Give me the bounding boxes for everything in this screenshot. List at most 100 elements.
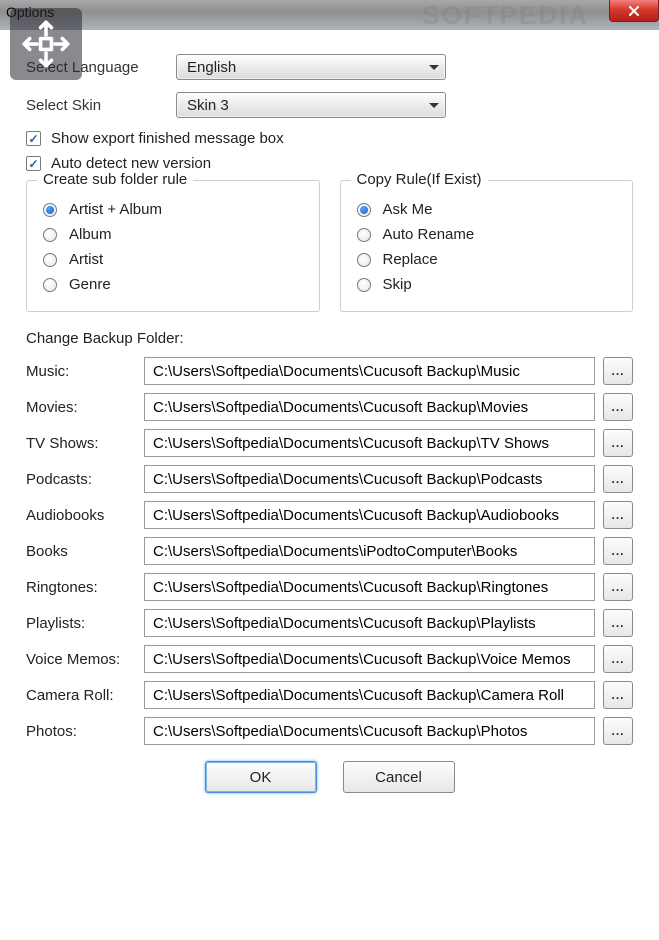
subfolder-radio[interactable] <box>43 278 57 292</box>
copyrule-option: Ask Me <box>357 201 617 218</box>
subfolder-radio[interactable] <box>43 253 57 267</box>
cancel-button-label: Cancel <box>375 769 422 786</box>
backup-path-input[interactable] <box>144 429 595 457</box>
backup-path-input[interactable] <box>144 501 595 529</box>
auto-detect-checkbox[interactable] <box>26 156 41 171</box>
backup-row-label: Voice Memos: <box>26 651 144 668</box>
backup-row: Movies:... <box>26 393 633 421</box>
backup-row-label: Music: <box>26 363 144 380</box>
copyrule-legend: Copy Rule(If Exist) <box>351 171 488 188</box>
backup-path-input[interactable] <box>144 357 595 385</box>
copyrule-groupbox: Copy Rule(If Exist) Ask MeAuto RenameRep… <box>340 180 634 312</box>
close-button[interactable] <box>609 0 659 22</box>
backup-row: Music:... <box>26 357 633 385</box>
skin-value: Skin 3 <box>187 97 229 114</box>
subfolder-option: Artist <box>43 251 303 268</box>
browse-button[interactable]: ... <box>603 465 633 493</box>
backup-path-input[interactable] <box>144 681 595 709</box>
browse-button[interactable]: ... <box>603 429 633 457</box>
subfolder-radio-label: Artist <box>69 251 103 268</box>
show-export-checkbox-row: Show export finished message box <box>26 130 633 147</box>
backup-path-input[interactable] <box>144 465 595 493</box>
backup-row-label: Playlists: <box>26 615 144 632</box>
copyrule-radio[interactable] <box>357 253 371 267</box>
auto-detect-checkbox-row: Auto detect new version <box>26 155 633 172</box>
backup-path-input[interactable] <box>144 393 595 421</box>
subfolder-radio-label: Genre <box>69 276 111 293</box>
copyrule-option: Auto Rename <box>357 226 617 243</box>
backup-row-label: Audiobooks <box>26 507 144 524</box>
backup-row: Playlists:... <box>26 609 633 637</box>
browse-button[interactable]: ... <box>603 609 633 637</box>
backup-row-label: Movies: <box>26 399 144 416</box>
browse-button[interactable]: ... <box>603 357 633 385</box>
language-row: Select Language English <box>26 54 633 80</box>
backup-path-input[interactable] <box>144 537 595 565</box>
backup-path-input[interactable] <box>144 645 595 673</box>
content-area: Select Language English Select Skin Skin… <box>0 30 659 809</box>
backup-row-label: Photos: <box>26 723 144 740</box>
subfolder-radio-label: Artist + Album <box>69 201 162 218</box>
copyrule-option: Replace <box>357 251 617 268</box>
backup-row-label: Podcasts: <box>26 471 144 488</box>
backup-row-label: Ringtones: <box>26 579 144 596</box>
copyrule-radio[interactable] <box>357 203 371 217</box>
copyrule-radio[interactable] <box>357 278 371 292</box>
subfolder-option: Genre <box>43 276 303 293</box>
subfolder-option: Album <box>43 226 303 243</box>
show-export-checkbox[interactable] <box>26 131 41 146</box>
ok-button[interactable]: OK <box>205 761 317 793</box>
backup-row: Ringtones:... <box>26 573 633 601</box>
skin-row: Select Skin Skin 3 <box>26 92 633 118</box>
chevron-down-icon <box>429 65 439 70</box>
subfolder-radio-label: Album <box>69 226 112 243</box>
cancel-button[interactable]: Cancel <box>343 761 455 793</box>
backup-row: TV Shows:... <box>26 429 633 457</box>
auto-detect-label: Auto detect new version <box>51 155 211 172</box>
subfolder-groupbox: Create sub folder rule Artist + AlbumAlb… <box>26 180 320 312</box>
browse-button[interactable]: ... <box>603 645 633 673</box>
backup-row: Books... <box>26 537 633 565</box>
backup-row: Photos:... <box>26 717 633 745</box>
backup-heading: Change Backup Folder: <box>26 330 633 347</box>
subfolder-radio[interactable] <box>43 203 57 217</box>
backup-row: Voice Memos:... <box>26 645 633 673</box>
copyrule-radio-label: Skip <box>383 276 412 293</box>
browse-button[interactable]: ... <box>603 717 633 745</box>
browse-button[interactable]: ... <box>603 501 633 529</box>
backup-row-label: TV Shows: <box>26 435 144 452</box>
backup-row: Camera Roll:... <box>26 681 633 709</box>
titlebar: Options <box>0 0 659 30</box>
copyrule-option: Skip <box>357 276 617 293</box>
dialog-button-row: OK Cancel <box>26 761 633 793</box>
subfolder-radio[interactable] <box>43 228 57 242</box>
ok-button-label: OK <box>250 769 272 786</box>
backup-path-input[interactable] <box>144 573 595 601</box>
copyrule-radio-label: Replace <box>383 251 438 268</box>
skin-dropdown[interactable]: Skin 3 <box>176 92 446 118</box>
language-label: Select Language <box>26 59 176 76</box>
language-value: English <box>187 59 236 76</box>
groupbox-row: Create sub folder rule Artist + AlbumAlb… <box>26 180 633 312</box>
backup-row: Podcasts:... <box>26 465 633 493</box>
backup-path-input[interactable] <box>144 717 595 745</box>
window-title: Options <box>6 4 54 20</box>
chevron-down-icon <box>429 103 439 108</box>
backup-row-label: Books <box>26 543 144 560</box>
browse-button[interactable]: ... <box>603 573 633 601</box>
show-export-label: Show export finished message box <box>51 130 284 147</box>
browse-button[interactable]: ... <box>603 681 633 709</box>
browse-button[interactable]: ... <box>603 393 633 421</box>
backup-row: Audiobooks... <box>26 501 633 529</box>
browse-button[interactable]: ... <box>603 537 633 565</box>
copyrule-radio-label: Ask Me <box>383 201 433 218</box>
skin-label: Select Skin <box>26 97 176 114</box>
backup-row-label: Camera Roll: <box>26 687 144 704</box>
close-icon <box>627 4 641 18</box>
subfolder-legend: Create sub folder rule <box>37 171 193 188</box>
language-dropdown[interactable]: English <box>176 54 446 80</box>
backup-path-input[interactable] <box>144 609 595 637</box>
copyrule-radio[interactable] <box>357 228 371 242</box>
copyrule-radio-label: Auto Rename <box>383 226 475 243</box>
subfolder-option: Artist + Album <box>43 201 303 218</box>
